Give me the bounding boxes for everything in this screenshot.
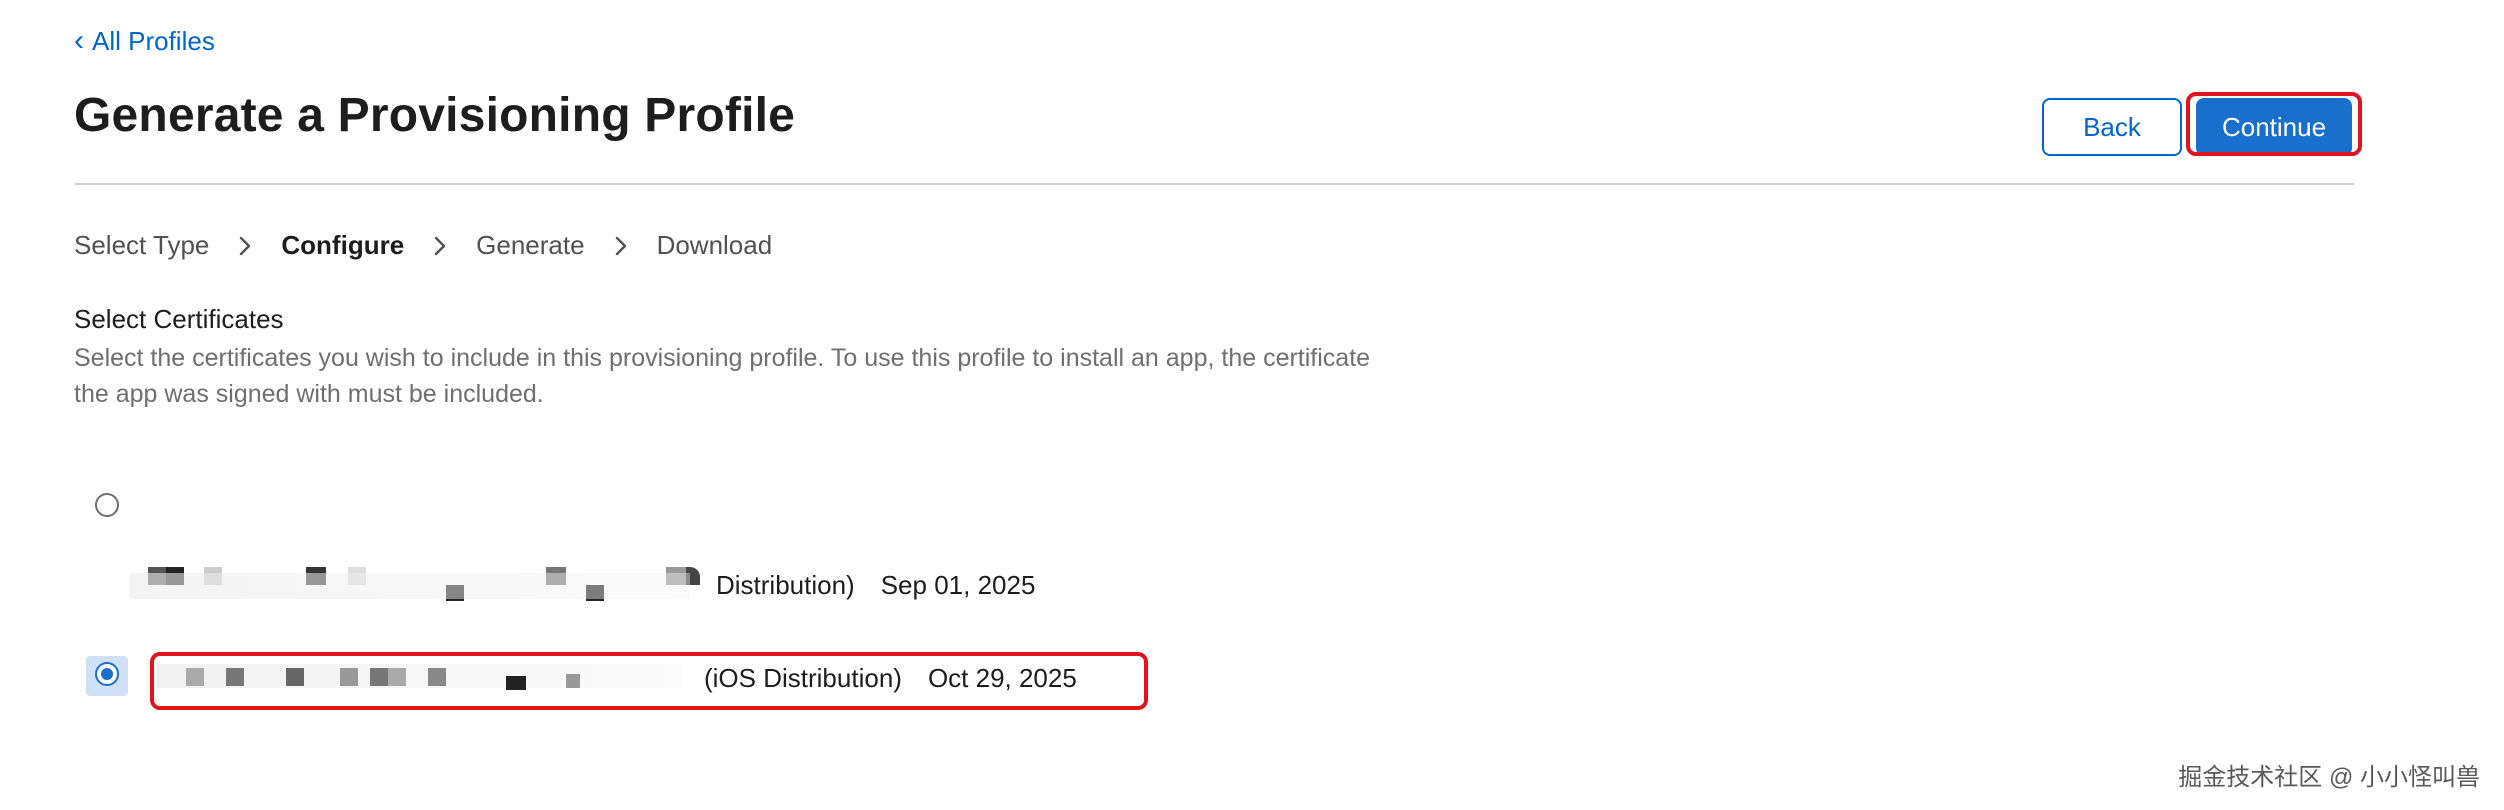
chevron-right-icon (426, 232, 454, 260)
back-button[interactable]: Back (2042, 98, 2182, 156)
step-generate: Generate (476, 230, 585, 260)
step-configure: Configure (281, 230, 405, 260)
certificate-option-2[interactable]: (iOS Distribution) Oct 29, 2025 (156, 658, 1077, 698)
certificate-2-date: Oct 29, 2025 (927, 662, 1077, 693)
step-select-type: Select Type (74, 230, 210, 260)
section-title: Select Certificates (74, 304, 284, 334)
chevron-right-icon (607, 232, 635, 260)
all-profiles-link[interactable]: ‹ All Profiles (74, 23, 215, 57)
chevron-left-icon: ‹ (74, 23, 84, 57)
certificate-radio-1[interactable] (95, 493, 119, 517)
step-indicator: Select Type Configure Generate Download (74, 230, 772, 261)
certificate-radio-2[interactable] (95, 662, 119, 686)
redacted-certificate-name (130, 565, 710, 605)
certificate-2-name: (iOS Distribution) (704, 662, 902, 693)
watermark: 掘金技术社区 @ 小小怪叫兽 (2178, 764, 2480, 791)
header-divider (74, 183, 2354, 185)
certificate-option-1[interactable]: Distribution) Sep 01, 2025 (130, 565, 1035, 605)
continue-button[interactable]: Continue (2196, 98, 2352, 156)
page: ‹ All Profiles Generate a Provisioning P… (0, 0, 2504, 810)
redacted-certificate-name (156, 658, 698, 698)
page-title: Generate a Provisioning Profile (74, 89, 796, 142)
certificate-1-name: Distribution) (716, 569, 855, 600)
step-download: Download (656, 230, 773, 260)
section-description: Select the certificates you wish to incl… (74, 344, 1371, 408)
all-profiles-label: All Profiles (92, 26, 215, 56)
chevron-right-icon (231, 232, 259, 260)
certificate-1-date: Sep 01, 2025 (880, 569, 1036, 600)
